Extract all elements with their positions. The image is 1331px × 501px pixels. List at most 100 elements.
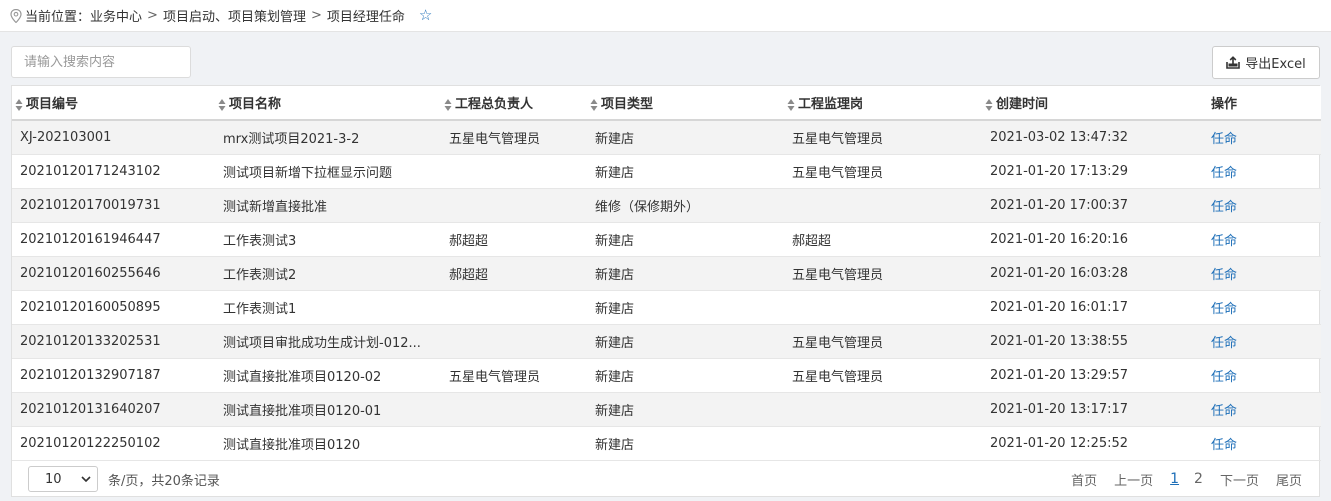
cell-chief-engineer [441,426,587,461]
appoint-link[interactable]: 任命 [1208,188,1321,223]
pagination-bar: 10 条/页，共20条记录 首页 上一页 1 2 下一页 尾页 [12,461,1321,497]
column-header-label: 创建时间 [996,97,1049,112]
breadcrumb-item-business-center[interactable]: 业务中心 [90,6,142,25]
cell-project-code: 20210120122250102 [12,426,215,461]
breadcrumb-separator: > [147,8,158,23]
location-pin-icon [10,8,22,23]
next-page-link[interactable]: 下一页 [1220,470,1259,489]
column-header-label: 操作 [1211,97,1238,112]
cell-project-type: 新建店 [587,222,784,257]
cell-supervisor [784,188,982,223]
column-header-chief-engineer[interactable]: 工程总负责人 [441,86,587,121]
table-body: XJ-202103001 mrx测试项目2021-3-2 五星电气管理员 新建店 五星电… [12,120,1321,461]
cell-created-time: 2021-01-20 12:25:52 [982,426,1208,461]
cell-project-name: 测试直接批准项目0120-01 [215,392,441,427]
table-row: 20210120133202531 测试项目审批成功生成计划-012... 新建店五… [12,324,1321,359]
cell-chief-engineer [441,324,587,359]
cell-project-name: mrx测试项目2021-3-2 [215,120,441,155]
column-header-created-time[interactable]: 创建时间 [982,86,1208,121]
cell-supervisor: 五星电气管理员 [784,324,982,359]
table-row: 20210120132907187 测试直接批准项目0120-02 五星电气管理员新… [12,358,1321,393]
cell-chief-engineer: 五星电气管理员 [441,120,587,155]
cell-project-name: 工作表测试3 [215,222,441,257]
cell-created-time: 2021-01-20 13:38:55 [982,324,1208,359]
cell-created-time: 2021-01-20 13:17:17 [982,392,1208,427]
cell-supervisor [784,290,982,325]
breadcrumb-bar: 当前位置： 业务中心 > 项目启动、项目策划管理 > 项目经理任命 ☆ [0,0,1331,32]
page-size-select[interactable]: 10 [28,466,98,492]
cell-project-type: 维修（保修期外） [587,188,784,223]
appoint-link[interactable]: 任命 [1208,426,1321,461]
cell-project-name: 工作表测试1 [215,290,441,325]
cell-created-time: 2021-01-20 17:13:29 [982,154,1208,189]
column-header-supervisor[interactable]: 工程监理岗 [784,86,982,121]
cell-supervisor: 五星电气管理员 [784,256,982,291]
sort-icon[interactable] [218,98,226,112]
last-page-link[interactable]: 尾页 [1276,470,1302,489]
cell-project-code: 20210120161946447 [12,222,215,257]
cell-project-code: 20210120160050895 [12,290,215,325]
appoint-link[interactable]: 任命 [1208,120,1321,155]
export-excel-button[interactable]: 导出Excel [1212,46,1320,79]
cell-chief-engineer [441,154,587,189]
column-header-project-name[interactable]: 项目名称 [215,86,441,121]
table-row: 20210120122250102 测试直接批准项目0120 新建店 2021-01-… [12,426,1321,461]
cell-chief-engineer: 五星电气管理员 [441,358,587,393]
column-header-project-type[interactable]: 项目类型 [587,86,784,121]
cell-project-code: 20210120170019731 [12,188,215,223]
cell-project-code: 20210120133202531 [12,324,215,359]
column-header-label: 工程总负责人 [455,97,534,112]
search-input[interactable] [11,46,191,78]
breadcrumb-separator: > [310,8,322,23]
appoint-link[interactable]: 任命 [1208,290,1321,325]
sort-icon[interactable] [444,98,452,112]
cell-project-code: 20210120132907187 [12,358,215,393]
appoint-link[interactable]: 任命 [1208,256,1321,291]
table-row: 20210120160050895 工作表测试1 新建店 2021-01-20 16:… [12,290,1321,325]
cell-project-type: 新建店 [587,324,784,359]
cell-project-type: 新建店 [587,154,784,189]
first-page-link[interactable]: 首页 [1071,470,1097,489]
table-row: 20210120171243102 测试项目新增下拉框显示问题 新建店 五星电气管理员… [12,154,1321,189]
cell-project-name: 测试项目新增下拉框显示问题 [215,154,441,189]
cell-supervisor [784,392,982,427]
cell-project-name: 工作表测试2 [215,256,441,291]
appoint-link[interactable]: 任命 [1208,154,1321,189]
appoint-link[interactable]: 任命 [1208,324,1321,359]
table-header-row: 项目编号 项目名称 工程总负责人 项目类型 工程监理岗 创建时间 操作 [12,86,1321,121]
appoint-link[interactable]: 任命 [1208,358,1321,393]
cell-chief-engineer: 郝超超 [441,256,587,291]
cell-created-time: 2021-01-20 13:29:57 [982,358,1208,393]
cell-supervisor: 五星电气管理员 [784,154,982,189]
cell-chief-engineer [441,290,587,325]
sort-icon[interactable] [985,98,993,112]
cell-project-name: 测试项目审批成功生成计划-012... [215,324,441,359]
cell-project-code: 20210120171243102 [12,154,215,189]
breadcrumb-item-current-page: 项目经理任命 [326,10,405,25]
cell-chief-engineer [441,392,587,427]
sort-icon[interactable] [590,98,598,112]
appoint-link[interactable]: 任命 [1208,392,1321,427]
column-header-label: 项目名称 [229,97,282,112]
cell-supervisor: 郝超超 [784,222,982,257]
sort-icon[interactable] [15,98,23,112]
cell-supervisor [784,426,982,461]
table-row: 20210120131640207 测试直接批准项目0120-01 新建店 2021-… [12,392,1321,427]
page-number-2[interactable]: 2 [1194,471,1203,487]
page-number-1[interactable]: 1 [1170,471,1179,487]
cell-project-type: 新建店 [587,256,784,291]
appoint-link[interactable]: 任命 [1208,222,1321,257]
column-header-label: 工程监理岗 [798,97,864,112]
sort-icon[interactable] [787,98,795,112]
cell-supervisor: 五星电气管理员 [784,358,982,393]
cell-supervisor: 五星电气管理员 [784,120,982,155]
breadcrumb-item-project-planning[interactable]: 项目启动、项目策划管理 [163,6,306,25]
cell-chief-engineer: 郝超超 [441,222,587,257]
export-excel-label: 导出Excel [1245,57,1306,72]
cell-created-time: 2021-03-02 13:47:32 [982,120,1208,155]
cell-created-time: 2021-01-20 17:00:37 [982,188,1208,223]
column-header-project-code[interactable]: 项目编号 [12,86,215,121]
favorite-star-icon[interactable]: ☆ [419,8,432,23]
prev-page-link[interactable]: 上一页 [1114,470,1153,489]
cell-project-code: 20210120160255646 [12,256,215,291]
